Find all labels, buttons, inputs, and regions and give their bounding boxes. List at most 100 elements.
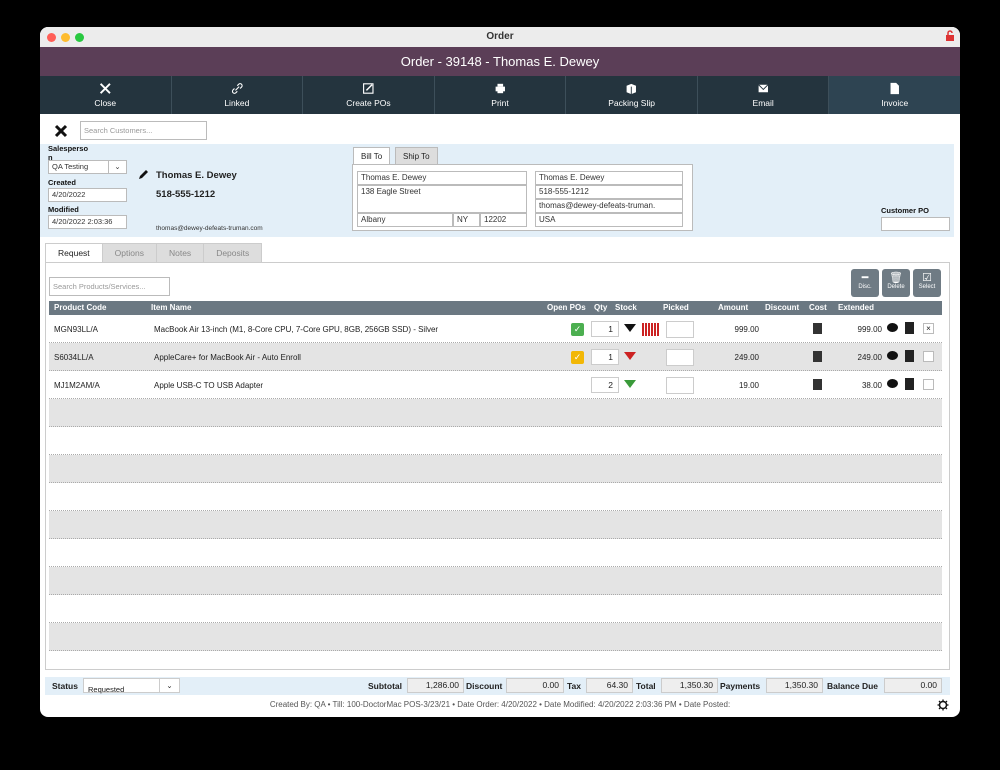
salesperson-select[interactable]: QA Testing ⌄ bbox=[48, 160, 127, 174]
table-row[interactable]: MJ1M2AM/A Apple USB-C TO USB Adapter 2 19.0… bbox=[49, 371, 942, 399]
table-row[interactable]: S6034LL/A AppleCare+ for MacBook Air - Au… bbox=[49, 343, 942, 371]
col-picked[interactable]: Picked bbox=[663, 303, 689, 312]
col-item-name[interactable]: Item Name bbox=[151, 303, 191, 312]
row-select-checkbox[interactable]: × bbox=[923, 323, 934, 334]
col-amount[interactable]: Amount bbox=[718, 303, 748, 312]
link-icon bbox=[231, 83, 243, 94]
picked-field[interactable] bbox=[666, 377, 694, 394]
tax-value: 64.30 bbox=[586, 678, 633, 693]
table-row[interactable] bbox=[49, 623, 942, 651]
table-row[interactable] bbox=[49, 511, 942, 539]
table-row[interactable] bbox=[49, 427, 942, 455]
bill-street-field[interactable]: 138 Eagle Street bbox=[357, 185, 527, 213]
bill-contact-email-field[interactable]: thomas@dewey-defeats-truman. bbox=[535, 199, 683, 213]
col-discount[interactable]: Discount bbox=[765, 303, 799, 312]
trash-icon[interactable] bbox=[905, 378, 914, 390]
modified-field[interactable]: 4/20/2022 2:03:36 bbox=[48, 215, 127, 229]
gear-icon[interactable] bbox=[937, 699, 949, 711]
qty-field[interactable]: 1 bbox=[591, 321, 619, 337]
bill-zip-field[interactable]: 12202 bbox=[480, 213, 527, 227]
col-cost[interactable]: Cost bbox=[809, 303, 827, 312]
table-row[interactable] bbox=[49, 455, 942, 483]
bill-contact-name-field[interactable]: Thomas E. Dewey bbox=[535, 171, 683, 185]
col-extended[interactable]: Extended bbox=[838, 303, 874, 312]
balance-value: 0.00 bbox=[884, 678, 942, 693]
total-value: 1,350.30 bbox=[661, 678, 718, 693]
item-name: MacBook Air 13-inch (M1, 8-Core CPU, 7-C… bbox=[154, 325, 439, 334]
customer-email[interactable]: thomas@dewey-defeats-truman.com bbox=[156, 225, 263, 232]
packing-slip-button[interactable]: Packing Slip bbox=[566, 76, 698, 114]
print-button[interactable]: Print bbox=[435, 76, 567, 114]
create-pos-button[interactable]: Create POs bbox=[303, 76, 435, 114]
col-open-pos[interactable]: Open POs bbox=[547, 303, 586, 312]
table-row[interactable]: MGN93LL/A MacBook Air 13-inch (M1, 8-Core… bbox=[49, 315, 942, 343]
chevron-down-icon: ⌄ bbox=[108, 161, 126, 173]
invoice-button[interactable]: Invoice bbox=[829, 76, 960, 114]
status-select[interactable]: Requested ⌄ bbox=[83, 678, 180, 694]
trash-icon[interactable] bbox=[905, 322, 914, 334]
bill-city-field[interactable]: Albany bbox=[357, 213, 453, 227]
cost-icon[interactable] bbox=[813, 379, 822, 390]
qty-field[interactable]: 1 bbox=[591, 349, 619, 365]
col-stock[interactable]: Stock bbox=[615, 303, 637, 312]
email-label: Email bbox=[752, 98, 774, 108]
minimize-window-button[interactable] bbox=[61, 33, 70, 42]
row-select-checkbox[interactable] bbox=[923, 379, 934, 390]
created-field[interactable]: 4/20/2022 bbox=[48, 188, 127, 202]
picked-field[interactable] bbox=[666, 321, 694, 338]
picked-field[interactable] bbox=[666, 349, 694, 366]
email-icon bbox=[758, 84, 769, 93]
discount-button[interactable]: ━ Disc. bbox=[851, 269, 879, 297]
close-window-button[interactable] bbox=[47, 33, 56, 42]
col-qty[interactable]: Qty bbox=[594, 303, 607, 312]
comment-icon[interactable] bbox=[887, 351, 898, 360]
pencil-icon[interactable] bbox=[137, 168, 150, 181]
col-product-code[interactable]: Product Code bbox=[54, 303, 106, 312]
open-po-check-icon[interactable]: ✓ bbox=[571, 351, 584, 364]
tab-options[interactable]: Options bbox=[101, 243, 157, 263]
table-row[interactable] bbox=[49, 651, 942, 679]
payments-value: 1,350.30 bbox=[766, 678, 823, 693]
tab-deposits[interactable]: Deposits bbox=[203, 243, 263, 263]
barcode-icon[interactable] bbox=[642, 323, 660, 336]
created-label: Created bbox=[48, 178, 76, 187]
open-po-check-icon[interactable]: ✓ bbox=[571, 323, 584, 336]
table-row[interactable] bbox=[49, 483, 942, 511]
table-row[interactable] bbox=[49, 539, 942, 567]
qty-field[interactable]: 2 bbox=[591, 377, 619, 393]
minus-icon: ━ bbox=[861, 272, 869, 284]
table-row[interactable] bbox=[49, 399, 942, 427]
linked-button[interactable]: Linked bbox=[172, 76, 304, 114]
linked-label: Linked bbox=[224, 98, 250, 108]
row-select-checkbox[interactable] bbox=[923, 351, 934, 362]
product-search-input[interactable]: Search Products/Services... bbox=[49, 277, 170, 296]
bill-name-field[interactable]: Thomas E. Dewey bbox=[357, 171, 527, 185]
tab-ship-to[interactable]: Ship To bbox=[395, 147, 438, 165]
amount-value: 999.00 bbox=[734, 325, 759, 334]
delete-button[interactable]: 🗑 Delete bbox=[882, 269, 910, 297]
cost-icon[interactable] bbox=[813, 323, 822, 334]
clear-customer-icon[interactable] bbox=[54, 124, 68, 138]
print-label: Print bbox=[491, 98, 509, 108]
select-button[interactable]: ☑ Select bbox=[913, 269, 941, 297]
email-button[interactable]: Email bbox=[698, 76, 830, 114]
close-button[interactable]: Close bbox=[40, 76, 172, 114]
trash-icon[interactable] bbox=[905, 350, 914, 362]
customer-po-field[interactable] bbox=[881, 217, 950, 231]
bill-state-field[interactable]: NY bbox=[453, 213, 480, 227]
tab-request[interactable]: Request bbox=[45, 243, 103, 263]
table-row[interactable] bbox=[49, 595, 942, 623]
table-row[interactable] bbox=[49, 567, 942, 595]
comment-icon[interactable] bbox=[887, 323, 898, 332]
invoice-label: Invoice bbox=[881, 98, 909, 108]
item-name: Apple USB-C TO USB Adapter bbox=[154, 381, 264, 390]
zoom-window-button[interactable] bbox=[75, 33, 84, 42]
comment-icon[interactable] bbox=[887, 379, 898, 388]
cost-icon[interactable] bbox=[813, 351, 822, 362]
salesperson-value: QA Testing bbox=[52, 162, 89, 171]
bill-contact-country-field[interactable]: USA bbox=[535, 213, 683, 227]
customer-search-input[interactable]: Search Customers... bbox=[80, 121, 207, 140]
bill-contact-phone-field[interactable]: 518-555-1212 bbox=[535, 185, 683, 199]
tab-notes[interactable]: Notes bbox=[155, 243, 205, 263]
tab-bill-to[interactable]: Bill To bbox=[353, 147, 391, 165]
